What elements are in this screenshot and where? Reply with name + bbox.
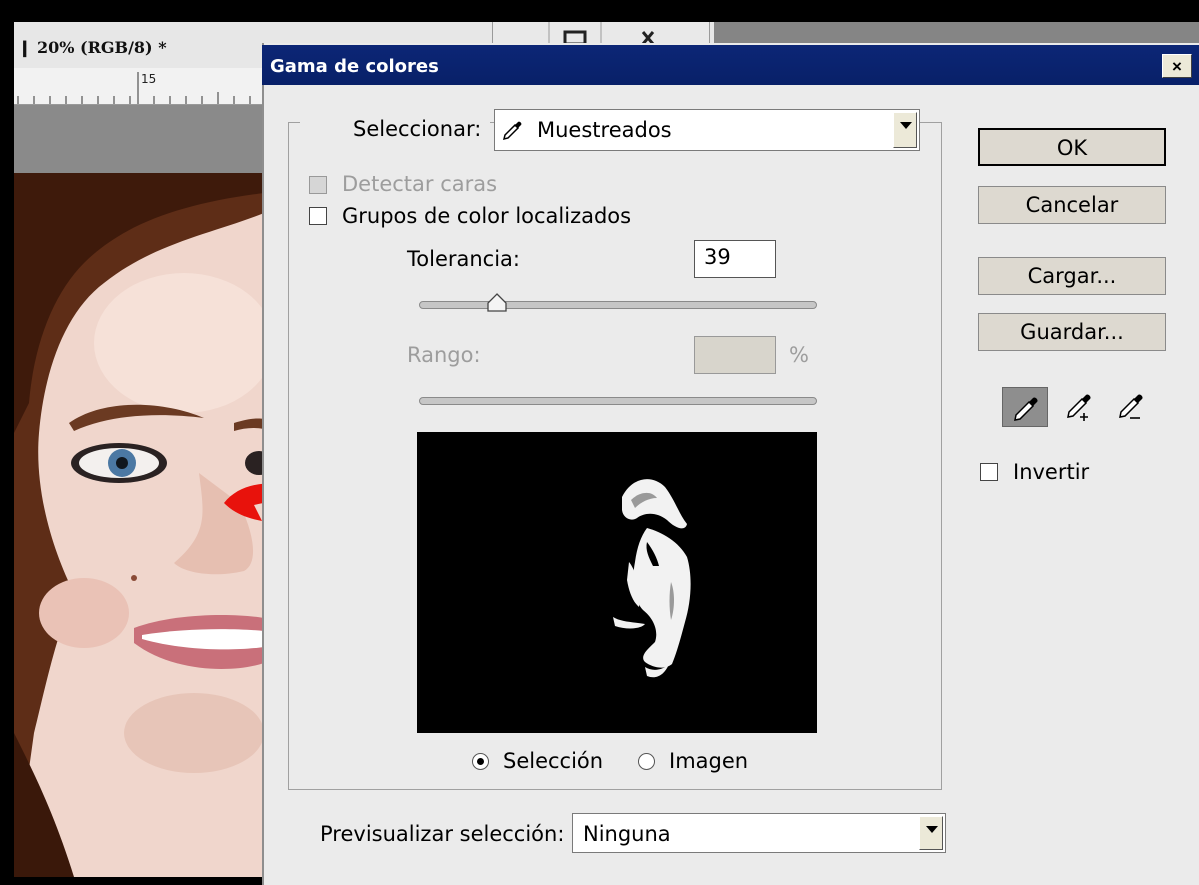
tolerance-label: Tolerancia: — [407, 247, 520, 271]
view-selection-label: Selección — [503, 749, 604, 773]
range-slider — [419, 397, 817, 405]
tolerance-input[interactable]: 39 — [694, 240, 776, 278]
preview-select-label: Previsualizar selección: — [320, 822, 565, 846]
invert-checkbox[interactable] — [980, 463, 998, 481]
range-label: Rango: — [407, 343, 481, 367]
load-button[interactable]: Cargar... — [978, 257, 1166, 295]
eyedropper-icon — [1003, 397, 1049, 433]
select-value: Muestreados — [537, 118, 672, 142]
cancel-button[interactable]: Cancelar — [978, 186, 1166, 224]
view-image-radio[interactable] — [638, 753, 655, 770]
localized-groups-label: Grupos de color localizados — [342, 204, 632, 228]
eyedropper-plus-icon — [1058, 394, 1104, 432]
canvas-margin — [14, 105, 264, 173]
detect-faces-checkbox — [309, 176, 327, 194]
eyedropper-icon — [501, 118, 525, 147]
document-title-marker: ❙ — [18, 38, 37, 57]
view-selection-radio[interactable] — [472, 753, 489, 770]
eyedropper-tool[interactable] — [1002, 387, 1048, 427]
eyedropper-minus-icon — [1110, 394, 1156, 432]
ok-button[interactable]: OK — [978, 128, 1166, 166]
window-controls — [492, 22, 710, 45]
range-unit: % — [789, 343, 809, 367]
close-button[interactable]: × — [1162, 54, 1192, 78]
localized-groups-checkbox[interactable] — [309, 207, 327, 225]
chevron-down-icon[interactable] — [893, 112, 917, 148]
dialog-title: Gama de colores — [270, 56, 439, 77]
portrait-photo — [14, 173, 264, 877]
tolerance-slider[interactable] — [419, 301, 817, 309]
add-sample-tool[interactable] — [1058, 387, 1104, 427]
select-label: Seleccionar: — [353, 117, 482, 141]
subtract-sample-tool[interactable] — [1110, 387, 1156, 427]
view-image-label: Imagen — [669, 749, 749, 773]
invert-label: Invertir — [1013, 460, 1090, 484]
ruler-label: 15 — [141, 72, 157, 86]
tolerance-slider-thumb[interactable] — [486, 293, 508, 313]
save-button[interactable]: Guardar... — [978, 313, 1166, 351]
detect-faces-label: Detectar caras — [342, 172, 498, 196]
preview-select-value: Ninguna — [583, 822, 671, 846]
select-combo[interactable]: Muestreados — [494, 109, 920, 151]
chevron-down-icon[interactable] — [919, 816, 943, 850]
preview-select-combo[interactable]: Ninguna — [572, 813, 946, 853]
range-input — [694, 336, 776, 374]
document-title: ❙ 20% (RGB/8) * — [18, 38, 167, 57]
selection-preview — [417, 432, 817, 733]
